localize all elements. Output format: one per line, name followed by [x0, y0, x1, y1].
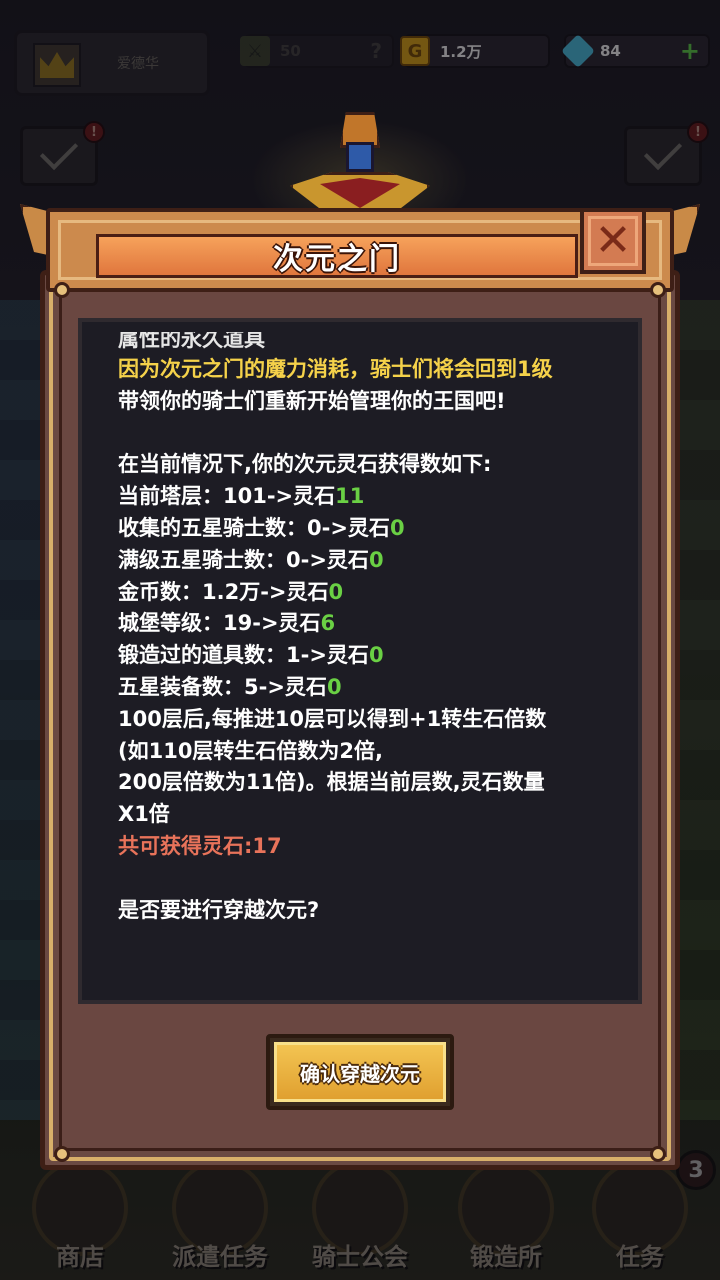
frame-pin — [650, 1146, 666, 1162]
line-text: 因为次元之门的魔力消耗，骑士们将会回到1级 — [118, 357, 553, 381]
title-plate: 次元之门 — [96, 234, 578, 278]
text-line: 带领你的骑士们重新开始管理你的王国吧! — [118, 386, 628, 418]
description-panel[interactable]: 属性的永久道具 因为次元之门的魔力消耗，骑士们将会回到1级 带领你的骑士们重新开始… — [78, 318, 642, 1004]
text-line: 当前塔层：101->灵石11 — [118, 481, 628, 513]
text-line: 城堡等级：19->灵石6 — [118, 608, 628, 640]
line-text: 是否要进行穿越次元? — [118, 897, 320, 922]
text-line: 是否要进行穿越次元? — [118, 895, 628, 927]
text-line: 锻造过的道具数：1->灵石0 — [118, 640, 628, 672]
line-text: 200层倍数为11倍)。根据当前层数,灵石数量 — [118, 770, 545, 795]
line-text: 城堡等级：19->灵石 — [118, 611, 321, 636]
stone-count-value: 0 — [326, 674, 342, 699]
text-line: 五星装备数：5->灵石0 — [118, 672, 628, 704]
text-line: X1倍 — [118, 799, 628, 831]
text-line: 因为次元之门的魔力消耗，骑士们将会回到1级 — [118, 354, 628, 386]
text-line: 共可获得灵石:17 — [118, 831, 628, 863]
line-text: 收集的五星骑士数：0->灵石 — [118, 515, 390, 540]
line-text: 共可获得灵石:17 — [118, 833, 282, 858]
text-line: 在当前情况下,你的次元灵石获得数如下: — [118, 449, 628, 481]
stone-count-value: 0 — [368, 547, 384, 572]
line-text: 100层后,每推进10层可以得到+1转生石倍数 — [118, 706, 547, 731]
frame-pin — [54, 1146, 70, 1162]
line-text: 金币数：1.2万->灵石 — [118, 579, 329, 604]
close-icon: ✕ — [594, 215, 632, 266]
stone-count-value: 0 — [368, 643, 384, 668]
stone-count-value: 11 — [335, 484, 365, 509]
stone-count-value: 6 — [320, 611, 336, 636]
frame-pin — [650, 282, 666, 298]
line-text: (如110层转生石倍数为2倍, — [118, 738, 384, 763]
confirm-button-frame: 确认穿越次元 — [266, 1034, 454, 1110]
line-text: 当前塔层：101->灵石 — [118, 484, 336, 509]
description-text: 属性的永久道具 因为次元之门的魔力消耗，骑士们将会回到1级 带领你的骑士们重新开始… — [118, 332, 628, 926]
text-line: (如110层转生石倍数为2倍, — [118, 736, 628, 768]
close-button[interactable]: ✕ — [580, 208, 646, 274]
line-text: 带领你的骑士们重新开始管理你的王国吧! — [118, 388, 506, 413]
text-line: 金币数：1.2万->灵石0 — [118, 577, 628, 609]
title-banner: 次元之门 ✕ — [20, 198, 700, 298]
text-line: 满级五星骑士数：0->灵石0 — [118, 545, 628, 577]
confirm-button-label: 确认穿越次元 — [300, 1061, 420, 1086]
line-text: X1倍 — [118, 802, 170, 827]
stone-count-value: 0 — [389, 515, 405, 540]
dialog-title: 次元之门 — [273, 242, 401, 277]
line-text: 在当前情况下,你的次元灵石获得数如下: — [118, 452, 492, 477]
confirm-travel-button[interactable]: 确认穿越次元 — [274, 1042, 446, 1102]
partial-text-line: 属性的永久道具 — [118, 332, 265, 351]
text-line: 收集的五星骑士数：0->灵石0 — [118, 513, 628, 545]
stone-count-value: 0 — [328, 579, 344, 604]
text-line: 100层后,每推进10层可以得到+1转生石倍数 — [118, 704, 628, 736]
frame-pin — [54, 282, 70, 298]
text-line: 200层倍数为11倍)。根据当前层数,灵石数量 — [118, 767, 628, 799]
line-text: 五星装备数：5->灵石 — [118, 674, 327, 699]
line-text: 锻造过的道具数：1->灵石 — [118, 643, 369, 668]
line-text: 满级五星骑士数：0->灵石 — [118, 547, 369, 572]
